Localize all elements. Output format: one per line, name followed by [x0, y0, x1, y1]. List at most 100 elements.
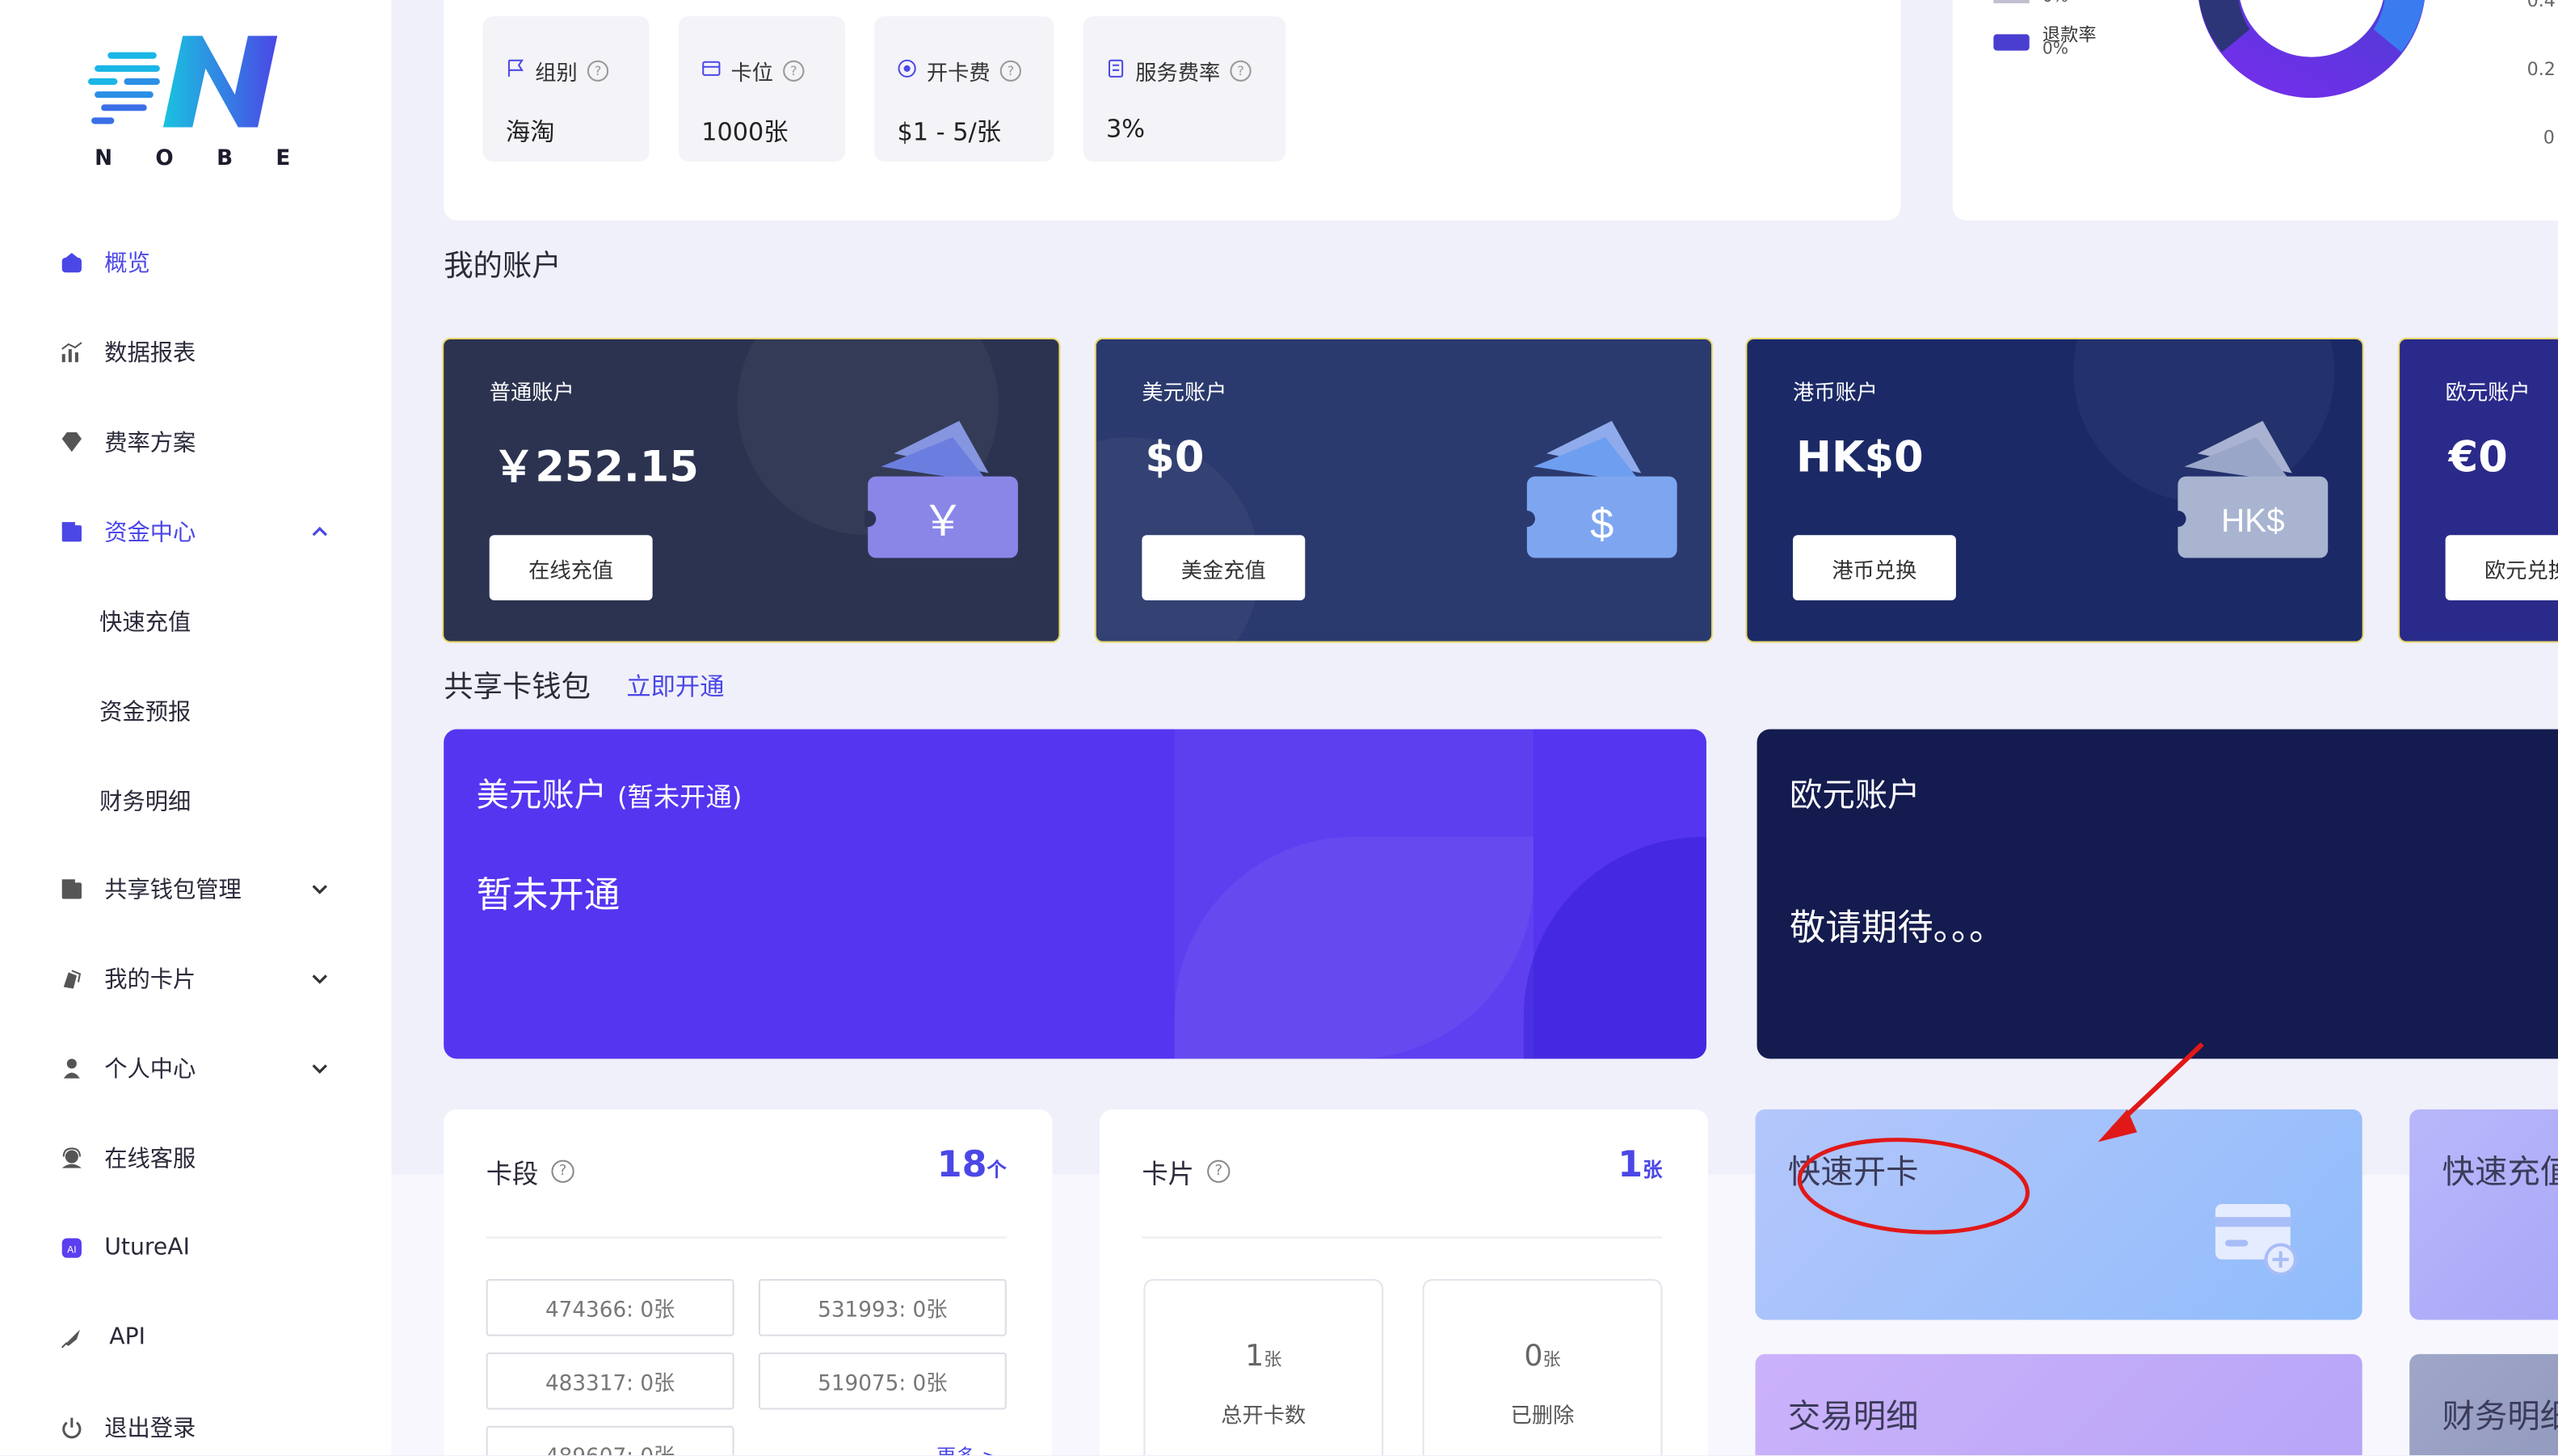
total-opened-box[interactable]: 1张 总开卡数: [1143, 1278, 1384, 1456]
wallet-icon: [59, 876, 85, 902]
stat-number: 0: [1524, 1339, 1543, 1374]
annotation-overlay: [1797, 1042, 2204, 1235]
legend-swatch: [1993, 0, 2030, 4]
info-value: 海淘: [505, 117, 555, 147]
sidebar-item-label: 我的卡片: [104, 967, 196, 994]
coin-icon: [898, 58, 917, 84]
info-group: 组别? 海淘: [482, 16, 650, 162]
shared-wallet-name: 美元账户: [476, 775, 608, 814]
rates-chart-panel: 0% 退款率 0% 0.4 0.2 0: [1952, 0, 2558, 221]
sidebar-item-label: 快速充值: [99, 610, 191, 637]
sidebar-item-rates[interactable]: 费率方案: [0, 410, 392, 475]
quick-recharge-tile[interactable]: 快速充值: [2409, 1109, 2558, 1320]
logo-letter: B: [217, 146, 234, 172]
help-icon[interactable]: ?: [1207, 1159, 1231, 1183]
account-card-cny: 普通账户 ￥252.15 在线充值 ￥: [444, 339, 1059, 642]
shared-wallet-usd-card: 美元账户 (暂未开通) 暂未开通: [444, 729, 1706, 1059]
sidebar-item-label: 资金预报: [99, 700, 191, 726]
section-title-accounts: 我的账户: [444, 249, 562, 284]
segment-chip[interactable]: 474366: 0张: [486, 1278, 734, 1336]
sidebar-item-finance-detail[interactable]: 财务明细: [0, 768, 392, 834]
account-label: 美元账户: [1142, 381, 1227, 406]
panel-title: 卡段: [486, 1158, 539, 1189]
help-icon[interactable]: ?: [999, 60, 1021, 82]
info-open-fee: 开卡费? $1 - 5/张: [874, 16, 1054, 162]
finance-detail-tile[interactable]: 财务明细: [2409, 1353, 2558, 1456]
segment-chip[interactable]: 489607: 0张: [486, 1425, 734, 1456]
sidebar-item-quick-recharge[interactable]: 快速充值: [0, 589, 392, 654]
account-balance: $0: [1145, 434, 1205, 483]
info-slots: 卡位? 1000张: [678, 16, 845, 162]
ai-icon: AI: [59, 1235, 85, 1260]
hkd-exchange-button[interactable]: 港币兑换: [1792, 535, 1956, 601]
sidebar-item-utureai[interactable]: AI UtureAI: [0, 1215, 392, 1281]
account-card-hkd: 港币账户 HK$0 港币兑换 HK$: [1747, 339, 2362, 642]
stat-label: 总开卡数: [1221, 1404, 1306, 1429]
account-label: 港币账户: [1792, 381, 1879, 406]
sidebar-item-reports[interactable]: 数据报表: [0, 320, 392, 385]
flag-icon: [506, 58, 525, 84]
sidebar-item-funds[interactable]: 资金中心: [0, 499, 392, 565]
segment-chip[interactable]: 531993: 0张: [758, 1278, 1007, 1336]
info-label: 卡位: [730, 61, 774, 87]
eur-exchange-button[interactable]: 欧元兑换: [2445, 535, 2558, 601]
recharge-button[interactable]: 在线充值: [489, 535, 653, 601]
segment-chip[interactable]: 483317: 0张: [486, 1352, 734, 1410]
sidebar-item-overview[interactable]: 概览: [0, 230, 392, 296]
chart-icon: [59, 339, 85, 365]
sidebar-item-logout[interactable]: 退出登录: [0, 1395, 392, 1455]
open-now-link[interactable]: 立即开通: [626, 669, 724, 703]
sidebar-item-label: API: [109, 1324, 146, 1351]
shared-wallet-status: 暂未开通: [476, 876, 621, 917]
sidebar-item-api[interactable]: API: [0, 1305, 392, 1370]
donut-chart: [2198, 0, 2425, 99]
more-link[interactable]: 更多 >: [936, 1442, 998, 1455]
info-value: 1000张: [701, 117, 789, 147]
info-label: 服务费率: [1135, 61, 1221, 87]
svg-text:AI: AI: [67, 1244, 76, 1256]
chevron-up-icon: [310, 522, 330, 541]
sidebar-item-my-cards[interactable]: 我的卡片: [0, 946, 392, 1012]
deleted-box[interactable]: 0张 已删除: [1422, 1278, 1663, 1456]
transactions-tile[interactable]: 交易明细: [1755, 1353, 2362, 1456]
chevron-down-icon: [310, 879, 330, 898]
help-icon[interactable]: ?: [587, 60, 609, 82]
user-icon: [59, 1055, 85, 1081]
axis-label: 0.4: [2526, 0, 2556, 12]
cards-count: 1张: [1618, 1145, 1662, 1185]
svg-text:$: $: [1590, 500, 1613, 548]
sidebar-item-support[interactable]: 在线客服: [0, 1126, 392, 1191]
receipt-icon: [1106, 58, 1125, 84]
logo-letter: O: [155, 146, 174, 172]
info-label: 开卡费: [926, 61, 991, 87]
help-icon[interactable]: ?: [551, 1159, 574, 1183]
help-icon[interactable]: ?: [1230, 60, 1252, 82]
sidebar-item-profile[interactable]: 个人中心: [0, 1036, 392, 1101]
cards-panel: 卡片? 1张 1张 总开卡数 0张 已删除: [1099, 1109, 1708, 1456]
info-value: $1 - 5/张: [897, 117, 1002, 147]
shared-wallet-title: 美元账户 (暂未开通): [477, 768, 743, 816]
legend-label: 0%: [2043, 0, 2068, 6]
count-unit: 张: [1643, 1158, 1663, 1181]
usd-recharge-button[interactable]: 美金充值: [1142, 535, 1306, 601]
support-icon: [59, 1145, 85, 1171]
section-title-shared-wallet: 共享卡钱包: [444, 670, 591, 705]
card-segments-panel: 卡段? 18个 474366: 0张 531993: 0张 483317: 0张…: [444, 1109, 1053, 1456]
axis-label: 0.2: [2526, 58, 2556, 80]
stat-unit: 张: [1542, 1349, 1561, 1371]
stat-unit: 张: [1264, 1349, 1282, 1371]
help-icon[interactable]: ?: [783, 60, 805, 82]
sidebar-item-label: 退出登录: [104, 1416, 196, 1442]
stat-label: 已删除: [1510, 1404, 1575, 1429]
stat-number: 1: [1245, 1339, 1264, 1374]
account-balance: ￥252.15: [492, 444, 699, 493]
axis-label: 0: [2543, 127, 2555, 149]
segment-chip[interactable]: 519075: 0张: [758, 1352, 1007, 1410]
sidebar-item-label: 资金中心: [104, 520, 196, 547]
wallet-icon: $: [1517, 418, 1681, 565]
account-card-eur: 欧元账户 €0 欧元兑换: [2400, 339, 2558, 642]
logo-letter: N: [95, 146, 113, 172]
rocket-icon: [59, 1325, 85, 1351]
sidebar-item-fund-forecast[interactable]: 资金预报: [0, 679, 392, 744]
sidebar-item-shared-wallet[interactable]: 共享钱包管理: [0, 856, 392, 922]
